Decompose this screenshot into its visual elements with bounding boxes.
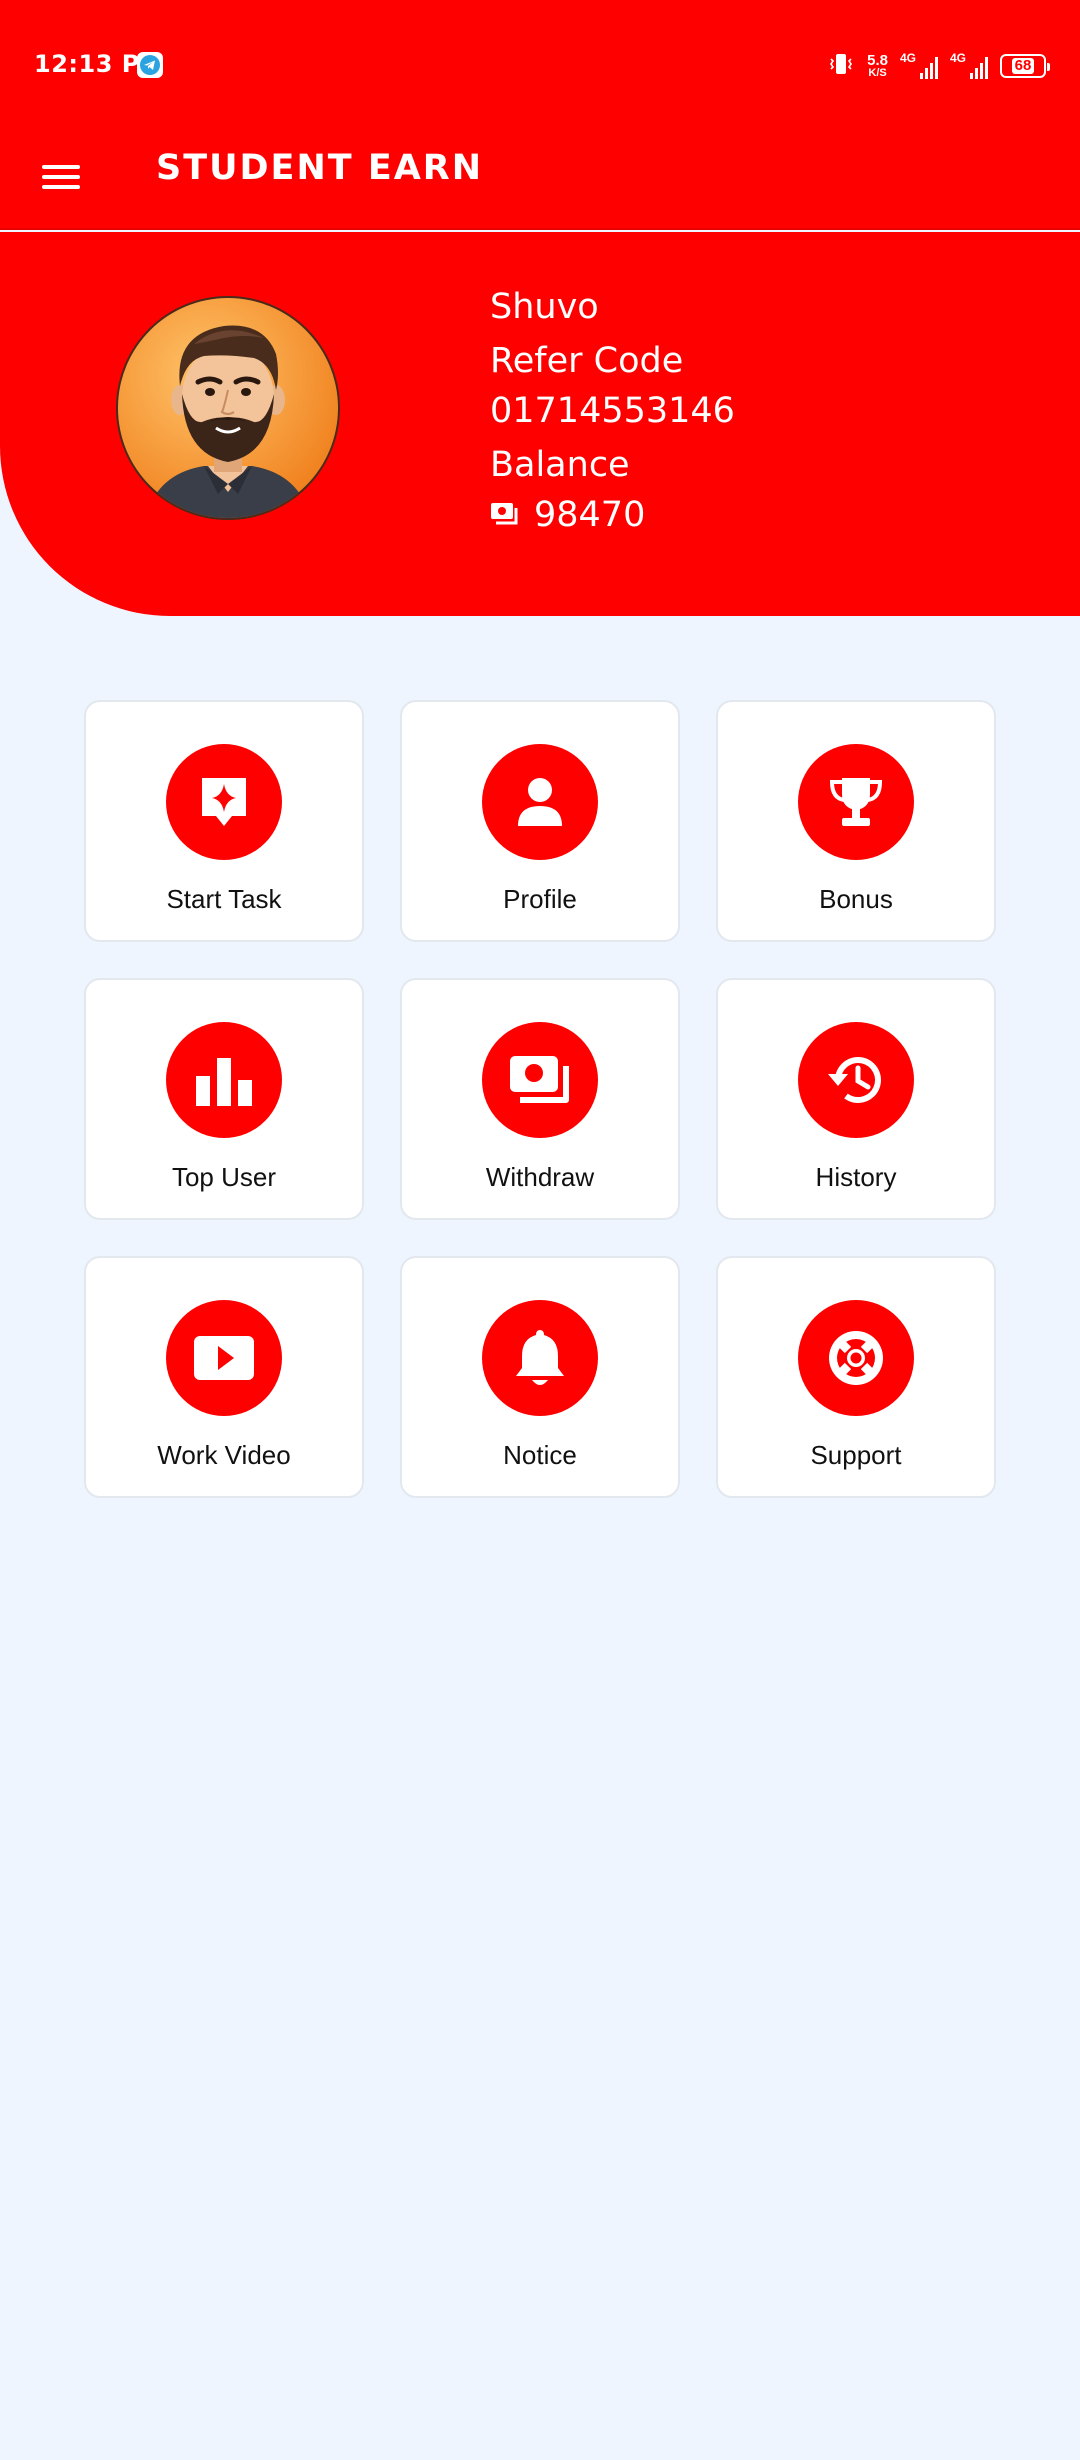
trophy-icon xyxy=(798,744,914,860)
history-icon xyxy=(798,1022,914,1138)
notice-button[interactable]: Notice xyxy=(400,1256,680,1498)
top-user-button[interactable]: Top User xyxy=(84,978,364,1220)
bonus-button[interactable]: Bonus xyxy=(716,700,996,942)
refer-code-label: Refer Code xyxy=(490,341,684,381)
balance-label: Balance xyxy=(490,445,630,485)
net-speed: 5.8 K/S xyxy=(867,53,888,79)
menu-grid: Start Task Profile Bonus Top User Withdr… xyxy=(84,700,996,1498)
video-icon xyxy=(166,1300,282,1416)
profile-button[interactable]: Profile xyxy=(400,700,680,942)
person-icon xyxy=(482,744,598,860)
money-icon xyxy=(490,490,520,540)
lifebuoy-icon xyxy=(798,1300,914,1416)
tile-label: Start Task xyxy=(166,884,282,914)
hamburger-menu-icon[interactable] xyxy=(40,155,84,199)
app-title: STUDENT EARN xyxy=(156,148,484,188)
net-speed-unit: K/S xyxy=(868,67,887,79)
signal-icon: 4G xyxy=(950,51,988,79)
status-bar: 12:13 PM 5.8 K/S 4G 4G 68 xyxy=(0,0,1080,130)
bar-chart-icon xyxy=(166,1022,282,1138)
battery-level: 68 xyxy=(1011,58,1035,74)
start-task-button[interactable]: Start Task xyxy=(84,700,364,942)
tile-label: Notice xyxy=(503,1440,577,1470)
task-icon xyxy=(166,744,282,860)
refer-code-value: 01714553146 xyxy=(490,391,735,431)
telegram-icon xyxy=(137,52,163,78)
tile-label: Bonus xyxy=(819,884,893,914)
signal-1-label: 4G xyxy=(900,51,917,65)
user-info: Shuvo Refer Code 01714553146 Balance 984… xyxy=(490,282,735,540)
bell-icon xyxy=(482,1300,598,1416)
vibrate-icon xyxy=(827,51,855,82)
app-bar: STUDENT EARN xyxy=(0,130,1080,230)
support-button[interactable]: Support xyxy=(716,1256,996,1498)
signal-2-label: 4G xyxy=(950,51,967,65)
profile-header: Shuvo Refer Code 01714553146 Balance 984… xyxy=(0,232,1080,616)
avatar xyxy=(114,294,342,522)
tile-label: Work Video xyxy=(157,1440,291,1470)
history-button[interactable]: History xyxy=(716,978,996,1220)
balance-row: 98470 xyxy=(490,490,735,540)
battery-icon: 68 xyxy=(1000,54,1050,78)
tile-label: Profile xyxy=(503,884,577,914)
signal-icon: 4G xyxy=(900,51,938,79)
user-name: Shuvo xyxy=(490,287,599,327)
balance-value: 98470 xyxy=(534,495,646,535)
status-indicators: 5.8 K/S 4G 4G 68 xyxy=(827,48,1050,84)
tile-label: Support xyxy=(810,1440,902,1470)
tile-label: Withdraw xyxy=(485,1162,595,1192)
withdraw-button[interactable]: Withdraw xyxy=(400,978,680,1220)
tile-label: Top User xyxy=(171,1162,277,1192)
money-icon xyxy=(482,1022,598,1138)
net-speed-value: 5.8 xyxy=(867,52,888,69)
tile-label: History xyxy=(815,1162,897,1192)
work-video-button[interactable]: Work Video xyxy=(84,1256,364,1498)
